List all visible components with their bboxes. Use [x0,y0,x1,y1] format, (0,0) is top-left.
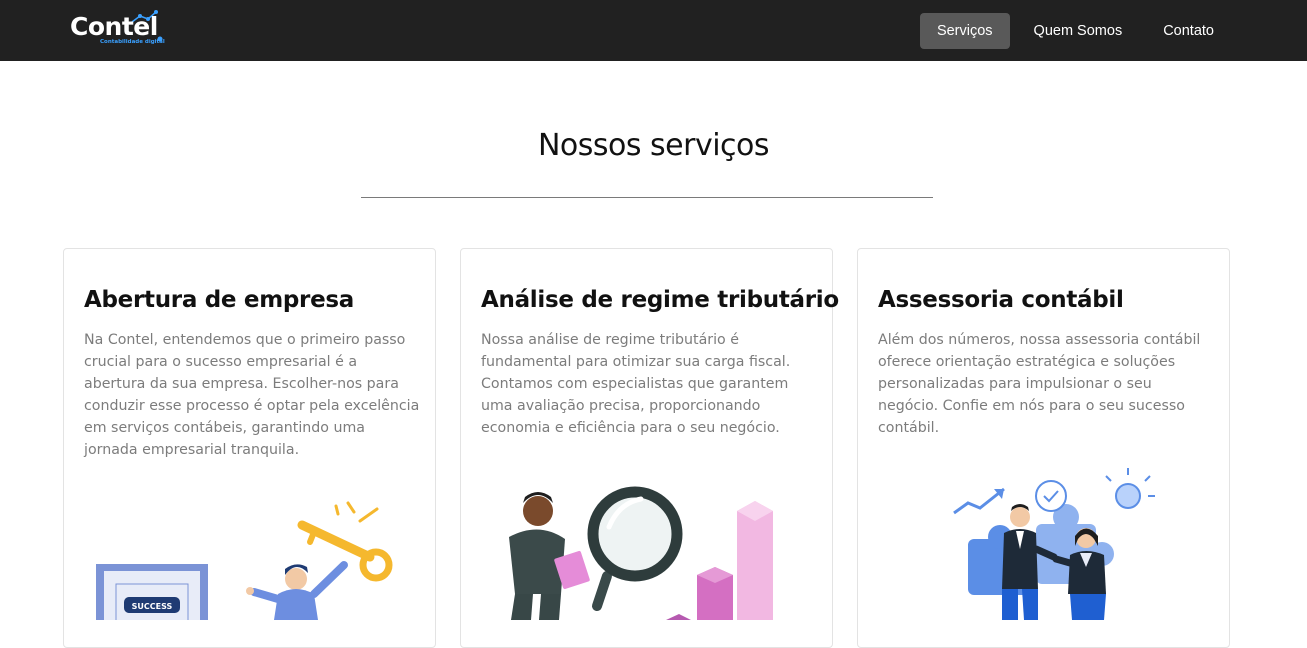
brand-name: Contel [70,12,158,41]
service-card-abertura: Abertura de empresa Na Contel, entendemo… [63,248,436,648]
nav-item-contato[interactable]: Contato [1146,13,1231,49]
title-divider [361,197,933,198]
main-nav: Serviços Quem Somos Contato [919,13,1231,49]
service-card-assessoria: Assessoria contábil Além dos números, no… [857,248,1230,648]
tax-analysis-illustration [509,486,773,620]
nav-item-quem-somos[interactable]: Quem Somos [1017,13,1140,49]
business-key-illustration: SUCCESS [96,501,393,620]
brand-logo[interactable]: Contel Contabilidade digital [70,8,170,50]
section-title: Nossos serviços [537,128,770,163]
brand-tagline: Contabilidade digital [100,39,165,45]
service-card-regime-tributario: Análise de regime tributário Nossa análi… [460,248,839,648]
accounting-advice-illustration [953,468,1155,620]
navbar: Contel Contabilidade digital Serviços Qu… [0,0,1307,61]
nav-item-servicos[interactable]: Serviços [919,13,1010,49]
success-badge: SUCCESS [132,602,173,611]
